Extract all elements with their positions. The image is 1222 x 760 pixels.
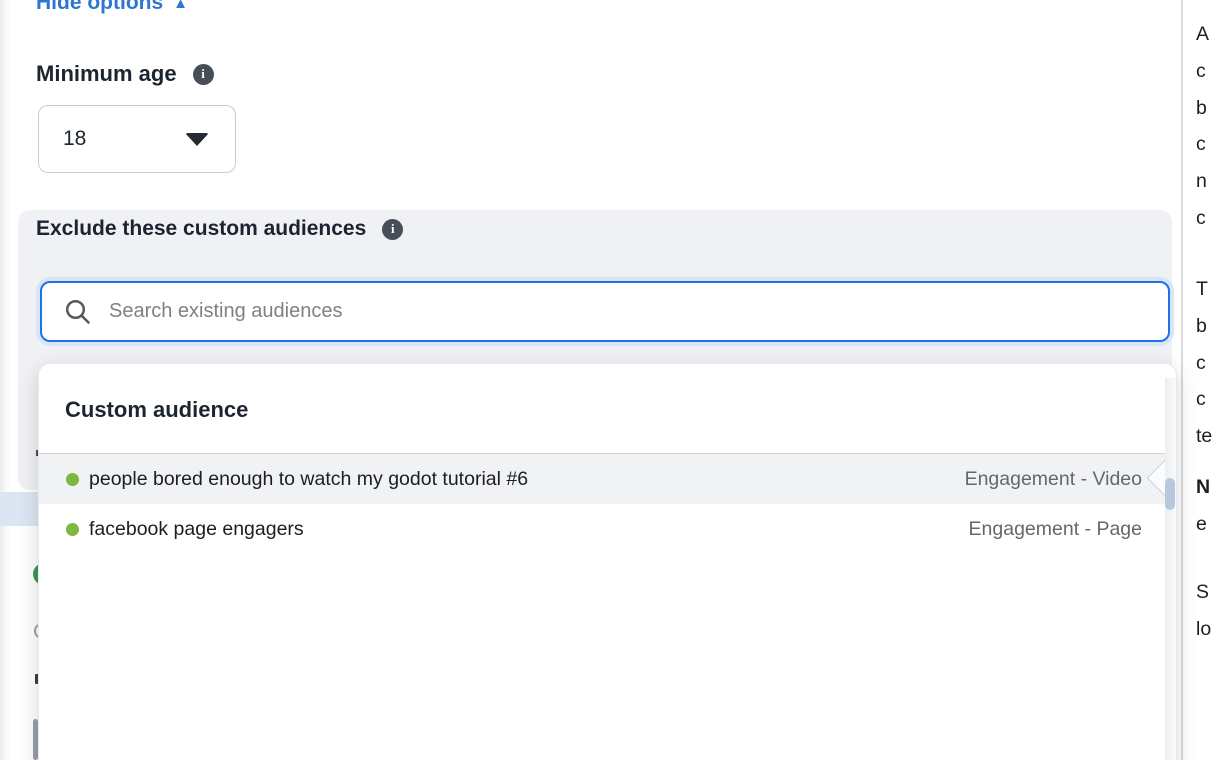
- audience-status-dot-icon: [66, 473, 79, 486]
- info-icon[interactable]: i: [193, 64, 214, 85]
- help-text-line: N: [1196, 469, 1222, 506]
- audience-list: people bored enough to watch my godot tu…: [39, 454, 1176, 554]
- minimum-age-text: Minimum age: [36, 61, 177, 87]
- audience-status-dot-icon: [66, 523, 79, 536]
- minimum-age-value: 18: [63, 127, 86, 151]
- help-text-line: lo: [1196, 611, 1222, 648]
- help-text-line: c: [1196, 345, 1222, 382]
- help-text-line: b: [1196, 90, 1222, 127]
- help-text-line: te: [1196, 418, 1222, 455]
- help-text-line: A: [1196, 16, 1222, 53]
- help-panel: AcbcncTbccteNeSlo: [1196, 0, 1222, 760]
- audience-row[interactable]: people bored enough to watch my godot tu…: [39, 454, 1176, 504]
- minimum-age-select[interactable]: 18: [38, 105, 236, 173]
- audience-category: Engagement - Page: [949, 518, 1142, 541]
- audience-name: people bored enough to watch my godot tu…: [89, 468, 528, 491]
- help-text-line: S: [1196, 574, 1222, 611]
- help-paragraph: Acbcnc: [1196, 16, 1222, 237]
- audience-name: facebook page engagers: [89, 518, 304, 541]
- hide-options-link[interactable]: Hide options ▲: [36, 0, 188, 15]
- help-paragraph: Slo: [1196, 574, 1222, 648]
- help-text-line: n: [1196, 163, 1222, 200]
- info-icon[interactable]: i: [382, 219, 403, 240]
- collapse-caret-icon: ▲: [173, 0, 188, 11]
- help-text-line: c: [1196, 381, 1222, 418]
- help-text-line: c: [1196, 126, 1222, 163]
- custom-audience-column-header: Custom audience: [39, 364, 1176, 454]
- exclude-audiences-text: Exclude these custom audiences: [36, 217, 366, 241]
- audience-search-box[interactable]: [40, 281, 1170, 342]
- minimum-age-label: Minimum age i: [36, 61, 214, 87]
- audience-search-input[interactable]: [109, 300, 1148, 323]
- help-text-line: b: [1196, 308, 1222, 345]
- audience-row[interactable]: facebook page engagers Engagement - Page: [39, 504, 1176, 554]
- help-text-line: c: [1196, 200, 1222, 237]
- help-text-line: T: [1196, 271, 1222, 308]
- help-text-line: c: [1196, 53, 1222, 90]
- exclude-audiences-label: Exclude these custom audiences i: [36, 217, 403, 241]
- content-help-divider: [1181, 0, 1183, 760]
- obscured-highlight-fragment: [0, 492, 39, 526]
- help-text-line: e: [1196, 506, 1222, 543]
- audience-category: Engagement - Video: [945, 468, 1142, 491]
- hide-options-label: Hide options: [36, 0, 163, 15]
- audience-search-results-dropdown: Custom audience people bored enough to w…: [38, 363, 1177, 760]
- audience-options-panel: Hide options ▲ Minimum age i 18 Exclude …: [0, 0, 1222, 760]
- card-left-shadow: [0, 0, 10, 760]
- help-paragraph: Ne: [1196, 469, 1222, 543]
- scrollbar-thumb[interactable]: [1165, 478, 1175, 510]
- help-paragraph: Tbccte: [1196, 271, 1222, 455]
- search-icon: [64, 298, 91, 325]
- chevron-down-icon: [185, 133, 209, 146]
- scrollbar-track[interactable]: [1165, 378, 1176, 760]
